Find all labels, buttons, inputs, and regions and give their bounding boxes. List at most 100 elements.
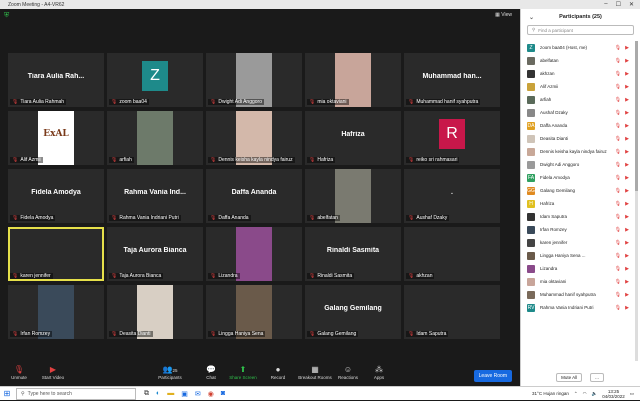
video-off-icon: ▶: [625, 174, 629, 181]
edge-icon[interactable]: ◐: [156, 390, 160, 398]
participant-status-icons: 🎙 ▶: [615, 110, 629, 116]
participants-button[interactable]: 👥25 Participants: [153, 364, 187, 380]
weather-text[interactable]: 31°C Hujan ringan: [532, 391, 569, 396]
participant-row[interactable]: FA Fidela Amodya 🎙 ▶: [521, 171, 639, 184]
file-explorer-icon[interactable]: ▬: [167, 390, 174, 398]
video-tile[interactable]: 🎙 Irfan Romzey: [8, 285, 104, 339]
video-tile[interactable]: Galang Gemilang 🎙 Galang Gemilang: [305, 285, 401, 339]
mic-muted-icon: 🎙: [210, 157, 217, 163]
video-tile[interactable]: 🎙 mia oktaviani: [305, 53, 401, 107]
video-tile[interactable]: Hafriza 🎙 Hafriza: [305, 111, 401, 165]
video-tile[interactable]: Z 🎙 zoom baa04: [107, 53, 203, 107]
participant-row[interactable]: karen jennifer 🎙 ▶: [521, 236, 639, 249]
mic-muted-icon: 🎙: [614, 239, 622, 246]
apps-button[interactable]: ⁂ Apps: [362, 364, 396, 380]
participant-name: Daffa Ananda: [540, 123, 568, 128]
record-button[interactable]: ● Record: [261, 364, 295, 380]
video-tile[interactable]: . 🎙 Aushaf Dzaky: [404, 169, 500, 223]
participant-row[interactable]: DA Daffa Ananda 🎙 ▶: [521, 119, 639, 132]
participant-row[interactable]: Alif Azmii 🎙 ▶: [521, 80, 639, 93]
video-tile[interactable]: 🎙 Lizandra: [206, 227, 302, 281]
participant-row[interactable]: H Hafriza 🎙 ▶: [521, 197, 639, 210]
video-tile[interactable]: Taja Aurora Bianca 🎙 Taja Aurora Bianca: [107, 227, 203, 281]
volume-icon[interactable]: 🔈: [592, 391, 598, 397]
participant-row[interactable]: GG Galang Gemilang 🎙 ▶: [521, 184, 639, 197]
more-button[interactable]: ...: [590, 372, 604, 382]
shield-icon[interactable]: ⛨: [4, 12, 11, 20]
start-video-button[interactable]: ▶ Start Video: [36, 364, 70, 380]
video-tile[interactable]: 🎙 Deasita Dianti: [107, 285, 203, 339]
windows-start-icon[interactable]: ⊞: [0, 387, 14, 401]
notification-icon[interactable]: ▭: [630, 391, 634, 397]
mic-muted-icon: 🎙: [111, 215, 118, 221]
video-tile[interactable]: 🎙 Idam Saputra: [404, 285, 500, 339]
scrollbar-thumb[interactable]: [635, 41, 638, 191]
participant-row[interactable]: Dwight Adi Anggoro 🎙 ▶: [521, 158, 639, 171]
participant-row[interactable]: Lingga Haniya Sena ... 🎙 ▶: [521, 249, 639, 262]
video-tile[interactable]: Rahma Vania Ind... 🎙 Rahma Vania Indriani …: [107, 169, 203, 223]
task-view-icon[interactable]: ⧉: [144, 390, 149, 398]
participant-row[interactable]: Muhammad hanif syahputra 🎙 ▶: [521, 288, 639, 301]
video-feed: [335, 169, 371, 223]
video-tile[interactable]: R 🎙 reiko sri rahmasari: [404, 111, 500, 165]
clock[interactable]: 13:25 04/03/2022: [602, 389, 625, 399]
participant-search-input[interactable]: ⚲ Find a participant: [527, 25, 634, 35]
mic-muted-icon: 🎙: [111, 273, 118, 279]
video-tile[interactable]: 🎙 karen jennifer: [8, 227, 104, 281]
mic-muted-icon: 🎙: [309, 157, 316, 163]
video-tile[interactable]: Tiara Aulia Rah... 🎙 Tiara Aulia Rahmah: [8, 53, 104, 107]
chrome-icon[interactable]: ◉: [208, 390, 214, 398]
share-screen-button[interactable]: ⬆ Share Screen: [226, 364, 260, 380]
breakout-rooms-button[interactable]: ▦ Breakout Rooms: [295, 364, 335, 380]
chevron-down-icon[interactable]: ⌄: [529, 14, 534, 21]
chevron-up-icon[interactable]: ⌃: [574, 391, 578, 397]
tile-display-name: Daffa Ananda: [231, 189, 277, 196]
participant-avatar: [527, 160, 535, 169]
taskbar-search-input[interactable]: ⚲ Type here to search: [16, 387, 136, 400]
video-tile[interactable]: Muhammad han... 🎙 Muhammad hanif syahputra: [404, 53, 500, 107]
video-tile[interactable]: 🎙 abelfatan: [305, 169, 401, 223]
participant-row[interactable]: Irfan Romzey 🎙 ▶: [521, 223, 639, 236]
view-button[interactable]: ▦ View: [495, 12, 512, 18]
video-tile[interactable]: 🎙 akhzan: [404, 227, 500, 281]
video-tile[interactable]: 🎙 Lingga Haniya Sena: [206, 285, 302, 339]
share-screen-label: Share Screen: [229, 375, 257, 380]
video-tile[interactable]: Daffa Ananda 🎙 Daffa Ananda: [206, 169, 302, 223]
video-tile[interactable]: Fidela Amodya 🎙 Fidela Amodya: [8, 169, 104, 223]
tile-name-label: 🎙 Taja Aurora Bianca: [109, 273, 164, 279]
wifi-icon[interactable]: ◠: [583, 391, 587, 397]
maximize-icon[interactable]: ☐: [616, 1, 621, 8]
video-tile[interactable]: 🎙 Dwight Adi Anggoro: [206, 53, 302, 107]
participant-row[interactable]: RV Rahma Vania Indriani Putri 🎙 ▶: [521, 301, 639, 314]
store-icon[interactable]: ▣: [181, 390, 188, 398]
participant-row[interactable]: Dennis keisha kayla nindya fairuz 🎙 ▶: [521, 145, 639, 158]
video-tile[interactable]: ExAL 🎙 Alif Azmii: [8, 111, 104, 165]
close-icon[interactable]: ✕: [629, 1, 634, 8]
tile-name-label: 🎙 reiko sri rahmasari: [406, 157, 460, 163]
participant-row[interactable]: Idam Saputra 🎙 ▶: [521, 210, 639, 223]
participant-row[interactable]: Deasita Dianti 🎙 ▶: [521, 132, 639, 145]
participant-row[interactable]: Lizandra 🎙 ▶: [521, 262, 639, 275]
mute-all-button[interactable]: Mute All: [556, 372, 583, 382]
video-tile[interactable]: Rinaldi Sasmita 🎙 Rinaldi Sasmita: [305, 227, 401, 281]
leave-room-button[interactable]: Leave Room: [473, 370, 512, 382]
participant-status-icons: 🎙 ▶: [615, 136, 629, 142]
participant-row[interactable]: Zzoom baa04 (Host, me) 🎙 ▶: [521, 41, 639, 54]
participant-row[interactable]: mia oktaviani 🎙 ▶: [521, 275, 639, 288]
mic-muted-icon: 🎙: [614, 213, 622, 220]
unmute-button[interactable]: 🎙 Unmute: [2, 364, 36, 380]
zoom-icon[interactable]: ◙: [221, 390, 225, 398]
mail-icon[interactable]: ✉: [195, 390, 201, 398]
video-tile[interactable]: 🎙 arfiah: [107, 111, 203, 165]
participant-name: Fidela Amodya: [20, 215, 54, 221]
video-off-icon: ▶: [625, 135, 629, 142]
participant-row[interactable]: akhzan 🎙 ▶: [521, 67, 639, 80]
scrollbar[interactable]: [635, 41, 638, 361]
minimize-icon[interactable]: –: [604, 1, 607, 8]
video-tile[interactable]: 🎙 Dennis keisha kayla nindya fairuz: [206, 111, 302, 165]
chat-button[interactable]: 💬 Chat: [194, 364, 228, 380]
reactions-button[interactable]: ☺ Reactions: [331, 364, 365, 380]
participant-row[interactable]: arfiah 🎙 ▶: [521, 93, 639, 106]
participant-row[interactable]: abelfatan 🎙 ▶: [521, 54, 639, 67]
participant-row[interactable]: Aushaf Dzaky 🎙 ▶: [521, 106, 639, 119]
